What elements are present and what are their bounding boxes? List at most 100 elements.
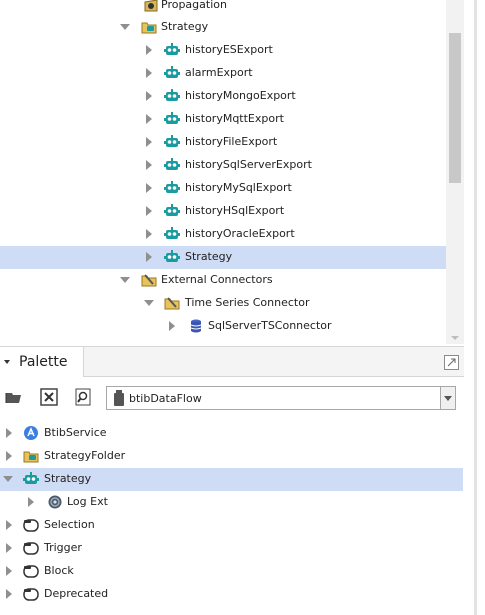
tree-node-label: historySqlServerExport — [185, 158, 312, 171]
tree-node-label: Time Series Connector — [185, 296, 310, 309]
gear-icon — [47, 494, 63, 510]
tree-node-history-file-export[interactable]: historyFileExport — [0, 131, 446, 154]
tree-node-history-oracle-export[interactable]: historyOracleExport — [0, 223, 446, 246]
expand-toggle[interactable] — [4, 520, 14, 530]
palette-node-block[interactable]: Block — [0, 560, 463, 583]
close-palette-icon[interactable] — [39, 387, 59, 407]
expand-toggle[interactable] — [3, 474, 13, 484]
jar-module-icon — [114, 390, 124, 409]
expand-toggle[interactable] — [4, 566, 14, 576]
component-robot-icon — [164, 42, 180, 58]
tree-node-time-series-connector[interactable]: Time Series Connector — [0, 292, 446, 315]
component-robot-icon — [164, 111, 180, 127]
tree-node-history-es-export[interactable]: historyESExport — [0, 39, 446, 62]
component-robot-icon — [164, 180, 180, 196]
expand-toggle[interactable] — [120, 22, 130, 32]
expand-toggle[interactable] — [167, 321, 177, 331]
tree-node-label: Strategy — [185, 250, 233, 263]
palette-toolbar: btibDataFlow — [0, 383, 464, 411]
tree-node-history-mysql-export[interactable]: historyMySqlExport — [0, 177, 446, 200]
module-select-value: btibDataFlow — [129, 392, 202, 405]
folder-circle-icon — [23, 563, 39, 579]
tree-node-label: historyMqttExport — [185, 112, 284, 125]
expand-toggle[interactable] — [144, 298, 154, 308]
palette-tab[interactable]: Palette — [0, 347, 84, 377]
component-robot-icon — [164, 134, 180, 150]
tree-node-label: External Connectors — [161, 273, 273, 286]
module-select-dropdown[interactable] — [440, 387, 455, 409]
tree-node-history-mongo-export[interactable]: historyMongoExport — [0, 85, 446, 108]
maximize-icon[interactable] — [444, 355, 459, 370]
palette-node-label: Deprecated — [44, 587, 109, 600]
tree-node-strategy-selected[interactable]: Strategy — [0, 246, 446, 269]
expand-toggle[interactable] — [4, 428, 14, 438]
btib-service-icon — [23, 425, 39, 441]
tree-node-strategy-folder[interactable]: Strategy — [0, 16, 446, 39]
palette-header: Palette — [0, 347, 464, 377]
expand-toggle[interactable] — [144, 91, 154, 101]
view-menu-arrow-icon[interactable] — [4, 360, 10, 364]
palette-node-label: StrategyFolder — [44, 449, 126, 462]
palette-node-label: Log Ext — [67, 495, 108, 508]
tree-node-history-sqlserver-export[interactable]: historySqlServerExport — [0, 154, 446, 177]
palette-node-log-ext[interactable]: Log Ext — [0, 491, 463, 514]
tree-node-alarm-export[interactable]: alarmExport — [0, 62, 446, 85]
database-icon — [188, 318, 204, 334]
folder-gear-icon — [164, 295, 180, 311]
window-border — [474, 0, 477, 615]
expand-toggle[interactable] — [144, 160, 154, 170]
expand-toggle[interactable] — [144, 206, 154, 216]
tree-node-label: historyFileExport — [185, 135, 278, 148]
nav-tree-pane: Propagation Strategy historyESExport ala… — [0, 0, 464, 344]
tree-node-label: SqlServerTSConnector — [208, 319, 332, 332]
expand-toggle[interactable] — [144, 183, 154, 193]
component-robot-icon — [164, 226, 180, 242]
palette-tree: BtibService StrategyFolder Strategy Log … — [0, 422, 464, 615]
palette-node-label: Strategy — [44, 472, 92, 485]
tree-node-label: Propagation — [161, 0, 227, 11]
palette-node-deprecated[interactable]: Deprecated — [0, 583, 463, 606]
expand-toggle[interactable] — [144, 68, 154, 78]
strategy-folder-icon — [141, 19, 157, 35]
tree-node-label: alarmExport — [185, 66, 253, 79]
tree-node-propagation[interactable]: Propagation — [0, 0, 446, 17]
expand-toggle[interactable] — [4, 589, 14, 599]
palette-node-btib-service[interactable]: BtibService — [0, 422, 463, 445]
palette-node-strategy-folder[interactable]: StrategyFolder — [0, 445, 463, 468]
expand-toggle[interactable] — [120, 275, 130, 285]
palette-node-label: Block — [44, 564, 74, 577]
tree-node-sqlserver-ts-connector[interactable]: SqlServerTSConnector — [0, 315, 446, 338]
folder-gear-icon — [141, 272, 157, 288]
module-select[interactable]: btibDataFlow — [106, 386, 456, 410]
tree-node-label: historyMongoExport — [185, 89, 296, 102]
scroll-down-arrow-icon[interactable] — [451, 336, 459, 340]
tree-node-external-connectors[interactable]: External Connectors — [0, 269, 446, 292]
expand-toggle[interactable] — [144, 137, 154, 147]
chevron-down-icon — [444, 396, 452, 401]
palette-node-selection[interactable]: Selection — [0, 514, 463, 537]
component-robot-icon — [164, 203, 180, 219]
palette-node-label: BtibService — [44, 426, 107, 439]
open-palette-folder-icon[interactable] — [4, 387, 24, 407]
component-robot-icon — [23, 471, 39, 487]
component-robot-icon — [164, 249, 180, 265]
nav-tree-scroll-thumb[interactable] — [449, 33, 461, 183]
palette-node-label: Trigger — [44, 541, 82, 554]
expand-toggle[interactable] — [4, 451, 14, 461]
folder-gear-icon — [143, 0, 159, 13]
palette-title: Palette — [19, 354, 68, 370]
palette-node-trigger[interactable]: Trigger — [0, 537, 463, 560]
expand-toggle[interactable] — [144, 45, 154, 55]
expand-toggle[interactable] — [4, 543, 14, 553]
expand-toggle[interactable] — [144, 229, 154, 239]
palette-panel: Palette btibDataFlow BtibService Strateg… — [0, 346, 464, 615]
palette-node-strategy-selected[interactable]: Strategy — [0, 468, 463, 491]
tree-node-label: historyMySqlExport — [185, 181, 292, 194]
expand-toggle[interactable] — [144, 252, 154, 262]
find-component-icon[interactable] — [73, 387, 93, 407]
tree-node-history-mqtt-export[interactable]: historyMqttExport — [0, 108, 446, 131]
expand-toggle[interactable] — [26, 497, 36, 507]
tree-node-label: historyOracleExport — [185, 227, 295, 240]
tree-node-history-hsql-export[interactable]: historyHSqlExport — [0, 200, 446, 223]
expand-toggle[interactable] — [144, 114, 154, 124]
